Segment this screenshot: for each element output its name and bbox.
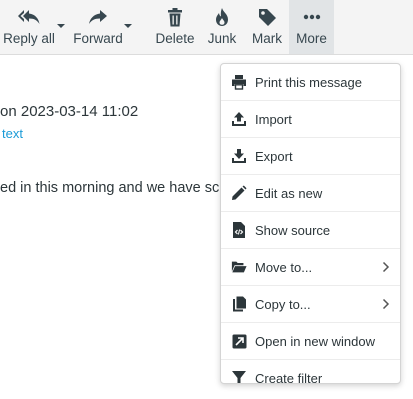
menu-item-label: Move to... — [255, 259, 313, 275]
copy-icon — [231, 296, 247, 312]
tag-icon — [257, 7, 277, 27]
upload-icon — [231, 111, 247, 127]
fire-icon — [214, 7, 230, 27]
chevron-right-icon — [382, 261, 390, 273]
more-menu: Print this message Import Export Edit as… — [220, 63, 401, 384]
folder-open-icon — [231, 259, 247, 275]
download-icon — [231, 148, 247, 164]
message-toolbar: Reply all Forward Delete Junk Mark More — [0, 0, 413, 55]
menu-item-open-new-window[interactable]: Open in new window — [221, 323, 400, 360]
message-date: on 2023-03-14 11:02 — [0, 103, 139, 120]
menu-item-import[interactable]: Import — [221, 101, 400, 138]
filter-icon — [231, 370, 247, 383]
menu-item-copy-to[interactable]: Copy to... — [221, 286, 400, 323]
menu-item-label: Create filter — [255, 370, 323, 384]
menu-item-label: Edit as new — [255, 185, 323, 201]
reply-all-dropdown-icon[interactable] — [56, 21, 66, 31]
more-label: More — [296, 31, 327, 46]
printer-icon — [231, 74, 247, 90]
mark-button[interactable]: Mark — [248, 0, 286, 54]
reply-all-label: Reply all — [3, 31, 55, 46]
forward-label: Forward — [73, 31, 123, 46]
pencil-icon — [231, 185, 247, 201]
message-body: ed in this morning and we have sche — [0, 180, 236, 196]
trash-icon — [167, 7, 183, 27]
menu-item-edit-as-new[interactable]: Edit as new — [221, 175, 400, 212]
forward-dropdown-icon[interactable] — [123, 21, 133, 31]
menu-item-export[interactable]: Export — [221, 138, 400, 175]
message-text-link[interactable]: text — [2, 126, 23, 141]
menu-item-create-filter[interactable]: Create filter — [221, 360, 400, 384]
menu-item-label: Copy to... — [255, 296, 311, 312]
junk-label: Junk — [207, 31, 237, 46]
chevron-right-icon — [382, 298, 390, 310]
forward-icon — [87, 7, 109, 27]
menu-item-label: Open in new window — [255, 333, 375, 349]
menu-item-label: Print this message — [255, 74, 362, 90]
menu-item-label: Export — [255, 148, 293, 164]
menu-item-move-to[interactable]: Move to... — [221, 249, 400, 286]
delete-label: Delete — [155, 31, 195, 46]
reply-all-icon — [17, 7, 41, 27]
file-code-icon — [231, 222, 247, 238]
mark-label: Mark — [252, 31, 282, 46]
menu-item-label: Import — [255, 111, 292, 127]
external-window-icon — [231, 333, 247, 349]
menu-item-label: Show source — [255, 222, 331, 238]
forward-button[interactable]: Forward — [72, 0, 124, 54]
reply-all-button[interactable]: Reply all — [2, 0, 56, 54]
more-dots-icon — [303, 7, 321, 27]
menu-item-show-source[interactable]: Show source — [221, 212, 400, 249]
delete-button[interactable]: Delete — [154, 0, 196, 54]
junk-button[interactable]: Junk — [204, 0, 240, 54]
more-button[interactable]: More — [289, 0, 334, 54]
menu-item-print[interactable]: Print this message — [221, 64, 400, 101]
